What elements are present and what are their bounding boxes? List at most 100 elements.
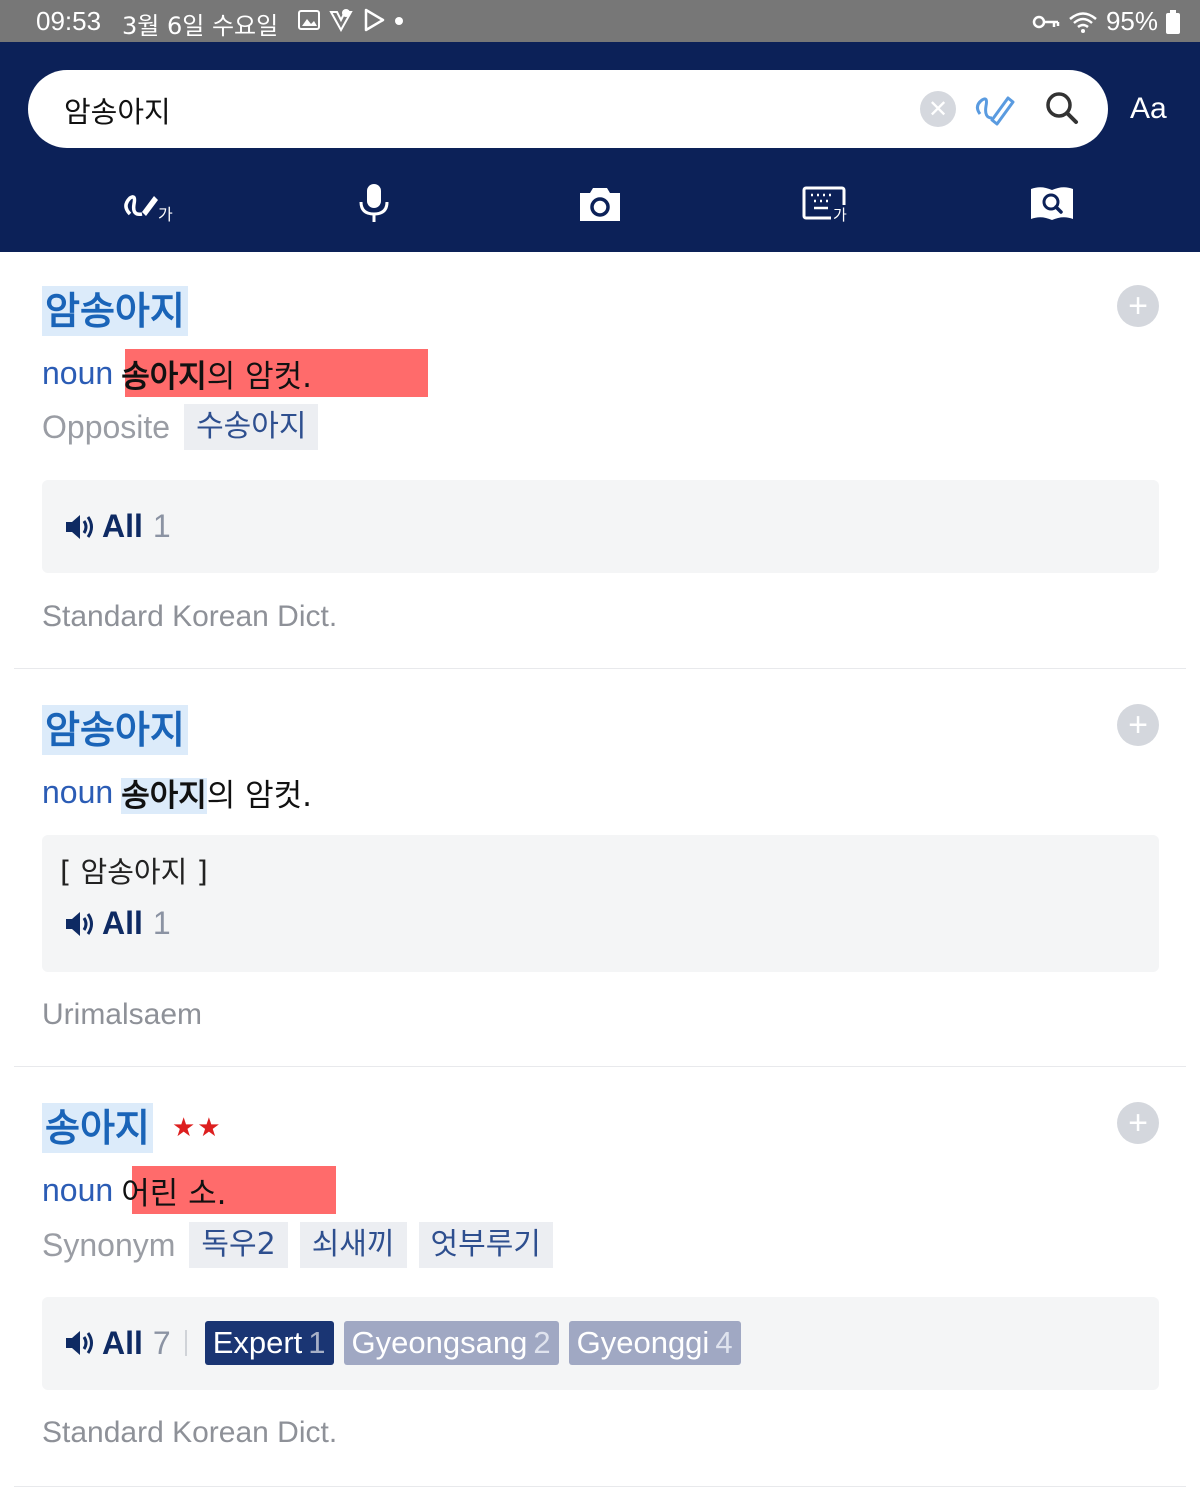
synonym-line: Synonym 독우2 쇠새끼 엇부루기 bbox=[42, 1222, 565, 1268]
audio-tag-gyeongsang[interactable]: Gyeongsang 2 bbox=[343, 1321, 559, 1365]
tag-count: 2 bbox=[533, 1325, 551, 1360]
definition: 송아지의 암컷. bbox=[121, 770, 312, 815]
audio-all-button[interactable]: All 7 bbox=[64, 1325, 171, 1362]
keyboard-korean-icon: 가 bbox=[802, 186, 849, 223]
camera-search-button[interactable] bbox=[570, 176, 630, 232]
audio-all-button[interactable]: All 1 bbox=[64, 508, 171, 545]
audio-box: All 1 bbox=[42, 480, 1159, 573]
font-size-button[interactable]: Aa bbox=[1130, 92, 1167, 126]
audio-all-label: All bbox=[102, 1324, 143, 1361]
definition-line: noun 어린 소. bbox=[42, 1166, 226, 1214]
dictionary-source[interactable]: Standard Korean Dict. bbox=[42, 600, 337, 634]
close-icon: ✕ bbox=[927, 95, 949, 123]
notification-icons bbox=[298, 8, 404, 32]
plus-icon: + bbox=[1128, 287, 1148, 325]
definition-line: noun 송아지의 암컷. bbox=[42, 768, 312, 816]
relation-label: Synonym bbox=[42, 1226, 176, 1263]
svg-text:가: 가 bbox=[158, 205, 173, 224]
book-search-icon bbox=[1031, 187, 1073, 220]
synonym-chip[interactable]: 독우2 bbox=[189, 1222, 288, 1268]
part-of-speech: noun bbox=[42, 773, 114, 810]
definition-text: 어린 소. bbox=[121, 1175, 227, 1212]
handwriting-tool-button[interactable]: 가 bbox=[118, 176, 178, 232]
status-time: 09:53 bbox=[36, 6, 102, 36]
key-icon bbox=[1032, 15, 1060, 28]
battery-percent: 95% bbox=[1105, 6, 1158, 36]
plus-icon: + bbox=[1128, 706, 1148, 744]
result-entry: 암송아지 + noun 송아지의 암컷. [ 암송아지 ] All 1 Urim… bbox=[14, 668, 1186, 1067]
entry-headword[interactable]: 암송아지 bbox=[42, 286, 188, 336]
result-entry: 암송아지 + noun 송아지의 암컷. Opposite 수송아지 All 1… bbox=[14, 252, 1186, 669]
dictionary-source[interactable]: Standard Korean Dict. bbox=[42, 1416, 337, 1450]
more-notifications-icon bbox=[395, 17, 403, 25]
input-toolbar: 가 가 bbox=[0, 176, 1200, 236]
definition-text: 의 암컷. bbox=[206, 777, 313, 814]
tag-count: 4 bbox=[715, 1325, 733, 1360]
audio-box: All 7 Expert 1 Gyeongsang 2 Gyeonggi 4 bbox=[42, 1297, 1159, 1390]
audio-all-label: All bbox=[102, 905, 143, 941]
search-input[interactable] bbox=[62, 84, 766, 136]
dictionary-source[interactable]: Urimalsaem bbox=[42, 998, 202, 1032]
app-notification-icon bbox=[329, 9, 353, 32]
keyboard-korean-button[interactable]: 가 bbox=[796, 176, 856, 232]
search-button[interactable] bbox=[1042, 88, 1082, 132]
definition-text: 의 암컷. bbox=[206, 358, 313, 395]
divider bbox=[184, 1330, 187, 1356]
clear-search-button[interactable]: ✕ bbox=[920, 91, 956, 127]
handwriting-icon bbox=[975, 96, 1015, 126]
wifi-icon bbox=[1069, 11, 1097, 33]
definition-link[interactable]: 송아지 bbox=[121, 777, 207, 814]
audio-all-label: All bbox=[102, 508, 143, 544]
result-entry: 송아지 ★★ + noun 어린 소. Synonym 독우2 쇠새끼 엇부루기… bbox=[14, 1066, 1186, 1487]
definition-line: noun 송아지의 암컷. bbox=[42, 349, 312, 397]
plus-icon: + bbox=[1128, 1104, 1148, 1142]
add-to-wordbook-button[interactable]: + bbox=[1117, 285, 1159, 327]
audio-tag-gyeonggi[interactable]: Gyeonggi 4 bbox=[568, 1321, 741, 1365]
speaker-icon bbox=[66, 911, 93, 936]
definition-link[interactable]: 송아지 bbox=[121, 359, 207, 395]
audio-tag-expert[interactable]: Expert 1 bbox=[204, 1321, 334, 1365]
play-store-notification-icon bbox=[364, 8, 385, 32]
definition: 송아지의 암컷. bbox=[121, 351, 312, 396]
audio-all-count: 1 bbox=[152, 508, 171, 544]
opposite-line: Opposite 수송아지 bbox=[42, 404, 330, 450]
gallery-notification-icon bbox=[298, 10, 320, 30]
svg-text:가: 가 bbox=[833, 206, 847, 223]
dictionary-search-button[interactable] bbox=[1022, 176, 1082, 232]
handwriting-korean-icon: 가 bbox=[124, 195, 173, 224]
microphone-icon bbox=[359, 184, 389, 222]
entry-headword[interactable]: 암송아지 bbox=[42, 705, 188, 755]
tag-label: Gyeonggi bbox=[576, 1325, 710, 1360]
speaker-icon bbox=[66, 514, 93, 539]
add-to-wordbook-button[interactable]: + bbox=[1117, 704, 1159, 746]
importance-stars: ★★ bbox=[172, 1113, 223, 1143]
tag-count: 1 bbox=[308, 1325, 326, 1360]
audio-all-count: 1 bbox=[152, 905, 171, 941]
results-list: 암송아지 + noun 송아지의 암컷. Opposite 수송아지 All 1… bbox=[14, 252, 1186, 1512]
relation-label: Opposite bbox=[42, 408, 171, 445]
part-of-speech: noun bbox=[42, 1171, 114, 1208]
add-to-wordbook-button[interactable]: + bbox=[1117, 1102, 1159, 1144]
voice-search-button[interactable] bbox=[344, 176, 404, 232]
pronunciation: [ 암송아지 ] bbox=[60, 855, 208, 889]
entry-headword[interactable]: 송아지 bbox=[42, 1103, 153, 1153]
audio-all-button[interactable]: All 1 bbox=[64, 905, 171, 942]
opposite-chip[interactable]: 수송아지 bbox=[184, 404, 319, 450]
speaker-icon bbox=[66, 1331, 93, 1355]
audio-all-count: 7 bbox=[152, 1324, 171, 1361]
tag-label: Expert bbox=[212, 1325, 303, 1360]
synonym-chip[interactable]: 쇠새끼 bbox=[299, 1222, 407, 1268]
audio-row: All 7 Expert 1 Gyeongsang 2 Gyeonggi 4 bbox=[64, 1321, 751, 1365]
app-header: ✕ Aa 가 가 bbox=[0, 42, 1200, 252]
camera-icon bbox=[580, 188, 620, 221]
audio-box: [ 암송아지 ] All 1 bbox=[42, 835, 1159, 972]
status-bar: 09:53 3월 6일 수요일 95% bbox=[0, 0, 1200, 42]
tag-label: Gyeongsang bbox=[351, 1325, 528, 1360]
status-date: 3월 6일 수요일 bbox=[122, 12, 279, 40]
search-icon bbox=[1046, 92, 1078, 124]
handwriting-button[interactable] bbox=[972, 88, 1016, 132]
part-of-speech: noun bbox=[42, 354, 114, 391]
synonym-chip[interactable]: 엇부루기 bbox=[418, 1222, 553, 1268]
search-bar: ✕ bbox=[28, 70, 1108, 148]
battery-icon bbox=[1166, 9, 1180, 34]
